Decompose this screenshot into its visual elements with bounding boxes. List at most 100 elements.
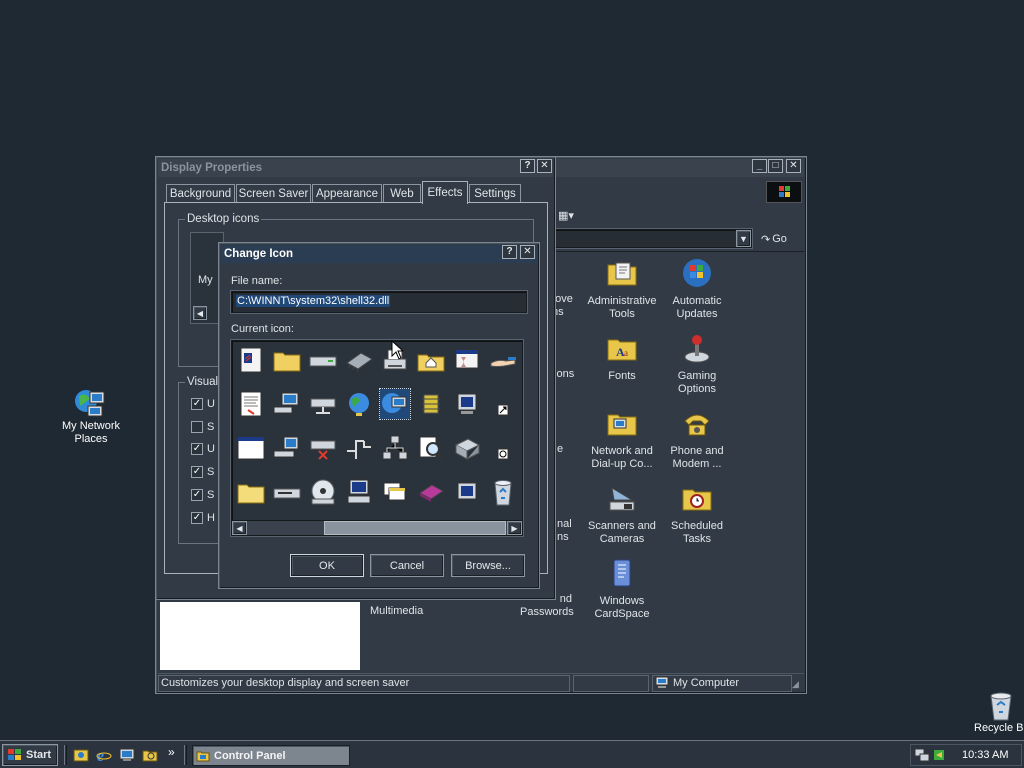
recycle-bin-icon	[990, 692, 1012, 721]
desktop-icon-recycle-bin[interactable]: Recycle Bin	[966, 690, 1024, 734]
multiple-windows-icon[interactable]	[380, 477, 410, 507]
task-control-panel[interactable]: Control Panel	[192, 745, 350, 766]
monitor-small-icon[interactable]	[452, 477, 482, 507]
my-computer-preview-label: My	[198, 274, 213, 286]
effect-checkbox-4[interactable]: ✓	[191, 466, 203, 478]
scroll-right-button[interactable]: ▶	[507, 521, 522, 535]
volume-tray-icon[interactable]	[932, 748, 946, 762]
address-dropdown-button[interactable]: ▼	[736, 230, 751, 247]
network-line-icon[interactable]	[344, 433, 374, 463]
effect-checkbox-2[interactable]	[191, 421, 203, 433]
file-name-input[interactable]: C:\WINNT\system32\shell32.dll	[231, 291, 527, 313]
cp-item-network-dialup[interactable]: Network and Dial-up Co...	[582, 407, 662, 471]
tab-background[interactable]: Background	[166, 184, 235, 202]
icon-list[interactable]: ◀ ▶	[231, 340, 523, 536]
my-computer-icon	[655, 676, 669, 688]
network-globe-icon[interactable]	[379, 388, 411, 420]
folder-icon[interactable]	[272, 345, 302, 375]
browse-button[interactable]: Browse...	[451, 554, 525, 577]
explorer-icon[interactable]	[142, 747, 158, 763]
desktop-icon-network-places[interactable]: My Network Places	[56, 386, 126, 446]
cp-item-phone-modem[interactable]: Phone and Modem ...	[657, 407, 737, 471]
go-button[interactable]: ↷ Go	[761, 231, 787, 247]
recycle-bin-icon[interactable]	[488, 477, 518, 507]
help-button[interactable]: ?	[502, 245, 517, 259]
effect-label-4: S	[207, 466, 215, 478]
start-button[interactable]: Start	[2, 744, 58, 766]
tab-screen-saver[interactable]: Screen Saver	[236, 184, 311, 202]
application-window-icon[interactable]	[236, 345, 266, 375]
hand-share-icon[interactable]	[488, 345, 518, 375]
network-tree-icon[interactable]	[380, 433, 410, 463]
partial-label-regional: nal ns	[557, 518, 572, 543]
memory-chip-icon[interactable]	[344, 345, 374, 375]
close-button[interactable]: ✕	[520, 245, 535, 259]
cp-item-gaming-options[interactable]: Gaming Options	[657, 332, 737, 396]
go-arrow-icon: ↷	[761, 233, 771, 246]
pc-icon[interactable]	[344, 477, 374, 507]
scroll-left-button[interactable]: ◀	[232, 521, 247, 535]
minimize-button[interactable]: _	[752, 159, 767, 173]
maximize-button[interactable]: □	[768, 159, 783, 173]
outlook-icon[interactable]	[73, 747, 89, 763]
globe-icon[interactable]	[344, 389, 374, 419]
computer-icon[interactable]	[272, 433, 302, 463]
network-drive-icon[interactable]	[308, 389, 338, 419]
monitor-icon[interactable]	[452, 389, 482, 419]
svg-text:e: e	[97, 748, 104, 763]
ok-button[interactable]: OK	[290, 554, 364, 577]
home-folder-icon[interactable]	[416, 345, 446, 375]
cp-item-administrative-tools[interactable]: Administrative Tools	[582, 257, 662, 321]
display-properties-titlebar: Display Properties	[158, 159, 553, 177]
address-combo[interactable]	[536, 229, 752, 248]
floppy-drive-icon[interactable]	[272, 477, 302, 507]
open-folder-icon[interactable]	[236, 477, 266, 507]
network-tray-icon[interactable]	[914, 748, 930, 762]
search-icon[interactable]	[416, 433, 446, 463]
tab-settings[interactable]: Settings	[469, 184, 521, 202]
network-computer-icon[interactable]	[272, 389, 302, 419]
partial-label-e: e	[557, 443, 564, 455]
cp-item-scanners-cameras[interactable]: Scanners and Cameras	[582, 482, 662, 546]
change-icon-dialog: Change Icon ? ✕ File name: C:\WINNT\syst…	[218, 242, 540, 589]
effect-checkbox-6[interactable]: ✓	[191, 512, 203, 524]
drive-box-icon[interactable]	[452, 433, 482, 463]
drive-icon[interactable]	[308, 345, 338, 375]
quicklaunch-chevron[interactable]: »	[168, 745, 175, 759]
tab-effects[interactable]: Effects	[422, 181, 468, 204]
views-icon[interactable]: ▦▾	[558, 209, 580, 223]
show-desktop-icon[interactable]	[119, 747, 135, 763]
effect-label-3: U	[207, 443, 215, 455]
help-button[interactable]: ?	[520, 159, 535, 173]
disconnected-drive-icon[interactable]	[308, 433, 338, 463]
preview-scroll-left[interactable]: ◀	[193, 306, 207, 320]
cp-item-windows-cardspace[interactable]: Windows CardSpace	[582, 557, 662, 621]
effect-checkbox-3[interactable]: ✓	[191, 443, 203, 455]
cp-item-scheduled-tasks[interactable]: Scheduled Tasks	[657, 482, 737, 546]
close-button[interactable]: ✕	[537, 159, 552, 173]
effect-label-2: S	[207, 421, 215, 433]
clock[interactable]: 10:33 AM	[962, 749, 1008, 761]
cd-rom-icon[interactable]	[308, 477, 338, 507]
effect-label-5: S	[207, 489, 215, 501]
document-icon[interactable]	[236, 389, 266, 419]
tab-appearance[interactable]: Appearance	[312, 184, 382, 202]
scroll-thumb[interactable]	[324, 521, 506, 535]
admin-tools-icon	[607, 262, 637, 286]
cp-item-automatic-updates[interactable]: Automatic Updates	[657, 257, 737, 321]
effect-checkbox-1[interactable]: ✓	[191, 398, 203, 410]
cp-item-fonts[interactable]: Aa Fonts	[582, 332, 662, 383]
shortcut-arrow-icon[interactable]	[488, 389, 518, 419]
tab-web[interactable]: Web	[383, 184, 421, 202]
blank-window-icon[interactable]	[236, 433, 266, 463]
my-computer-zone: My Computer	[655, 676, 739, 689]
hourglass-window-icon[interactable]	[452, 345, 482, 375]
resize-grip[interactable]: ◢	[792, 679, 804, 691]
effect-checkbox-5[interactable]: ✓	[191, 489, 203, 501]
book-icon[interactable]	[416, 477, 446, 507]
clock-small-icon[interactable]	[488, 433, 518, 463]
internet-explorer-icon[interactable]: e	[96, 747, 112, 763]
close-button[interactable]: ✕	[786, 159, 801, 173]
component-icon[interactable]	[416, 389, 446, 419]
cancel-button[interactable]: Cancel	[370, 554, 444, 577]
